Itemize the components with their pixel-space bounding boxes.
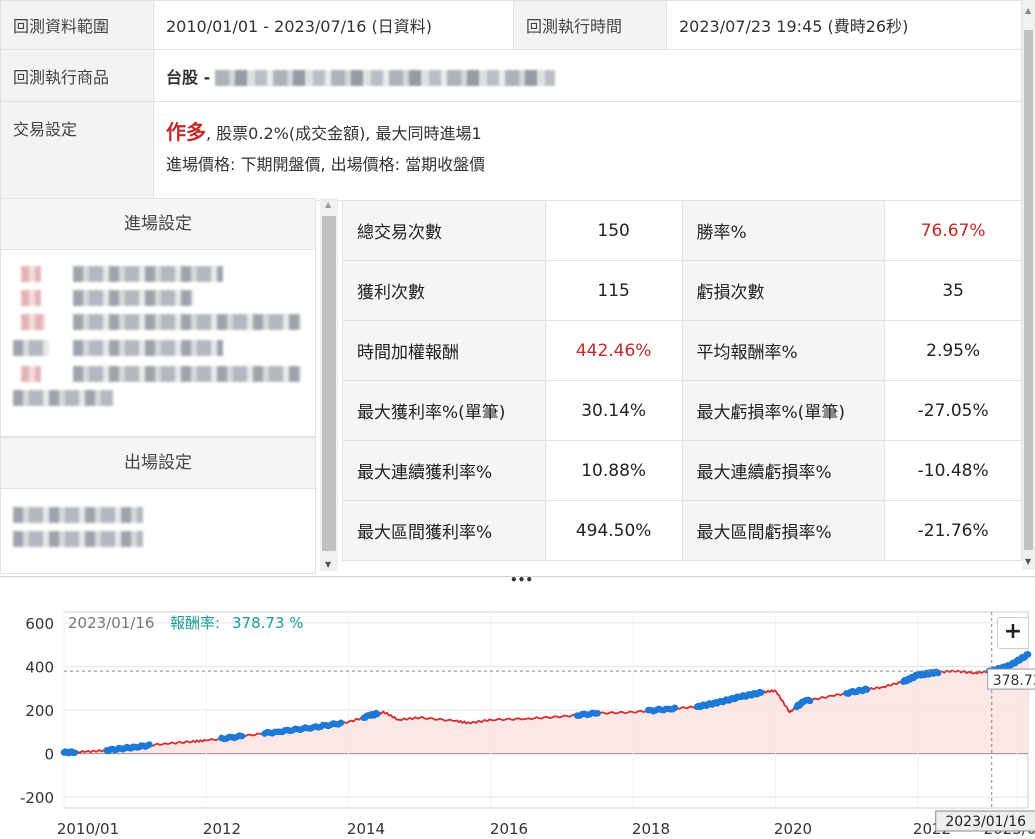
stat-value: -21.76% <box>884 500 1022 561</box>
page-scrollbar-thumb[interactable] <box>1024 30 1033 550</box>
stat-label: 總交易次數 <box>342 200 546 261</box>
trade-marker <box>594 709 601 717</box>
exec-time-label: 回測執行時間 <box>513 0 667 50</box>
range-label: 回測資料範圍 <box>0 0 154 50</box>
stat-value: 30.14% <box>544 380 683 441</box>
x-tick-label: 2010/01 <box>57 820 119 838</box>
zoom-in-button[interactable]: + <box>997 617 1029 649</box>
trade-marker <box>806 697 814 705</box>
stats-row: 時間加權報酬 442.46% 平均報酬率% 2.95% <box>342 320 1022 381</box>
stat-label: 勝率% <box>681 200 886 261</box>
stat-label: 最大獲利率%(單筆) <box>342 380 546 441</box>
trade-marker <box>757 689 765 696</box>
stat-label: 時間加權報酬 <box>342 320 546 381</box>
stat-value: -27.05% <box>884 380 1022 441</box>
trade-marker <box>671 704 679 712</box>
product-prefix: 台股 - <box>166 67 211 87</box>
trade-marker <box>146 741 153 748</box>
trade-marker <box>863 686 871 693</box>
x-tick-label: 2020 <box>774 820 812 838</box>
stat-label: 最大區間獲利率% <box>342 500 546 561</box>
entry-settings-title: 進場設定 <box>0 198 316 250</box>
x-tick-label: 2018 <box>632 820 670 838</box>
stat-label: 平均報酬率% <box>681 320 886 381</box>
y-tick-label: -200 <box>20 789 54 807</box>
stat-value: 2.95% <box>884 320 1022 381</box>
stat-value: 115 <box>544 260 683 321</box>
trade-marker <box>337 719 345 727</box>
settings-scrollbar[interactable]: ▲ ▼ <box>320 198 338 571</box>
exit-settings-title: 出場設定 <box>0 437 316 489</box>
chart-header-date: 2023/01/16 <box>68 614 154 632</box>
page-scrollbar[interactable]: ▲ ▼ <box>1022 0 1035 570</box>
scroll-up-icon[interactable]: ▲ <box>1025 6 1031 15</box>
backtest-info-table: 回測資料範圍 2010/01/01 - 2023/07/16 (日資料) 回測執… <box>0 0 1022 201</box>
trade-marker <box>238 732 246 740</box>
splitter-grip-icon[interactable]: ••• <box>510 573 533 587</box>
stat-value: 35 <box>884 260 1022 321</box>
entry-settings-content <box>0 250 316 437</box>
stat-value: 150 <box>544 200 683 261</box>
range-value: 2010/01/01 - 2023/07/16 (日資料) <box>153 0 514 50</box>
settings-scrollbar-thumb[interactable] <box>322 216 336 551</box>
product-label: 回測執行商品 <box>0 49 154 102</box>
y-tick-label: 400 <box>25 658 54 676</box>
trade-marker <box>1024 651 1032 658</box>
trade-marker <box>71 749 78 756</box>
y-tick-label: 600 <box>25 615 54 633</box>
product-redacted <box>215 70 556 86</box>
scroll-down-icon[interactable]: ▼ <box>1025 557 1031 566</box>
trade-marker <box>373 710 381 718</box>
chart-header-value: 378.73 % <box>232 614 304 632</box>
stats-row: 最大連續獲利率% 10.88% 最大連續虧損率% -10.48% <box>342 440 1022 501</box>
settings-panel: 進場設定 出場設定 <box>0 198 316 574</box>
stat-label: 虧損次數 <box>681 260 886 321</box>
settings-scroll-down-icon[interactable]: ▼ <box>325 560 331 569</box>
y-tick-label: 0 <box>44 746 54 764</box>
stat-label: 最大虧損率%(單筆) <box>681 380 886 441</box>
product-value: 台股 - <box>153 49 1022 102</box>
stats-table: 總交易次數 150 勝率% 76.67% 獲利次數 115 虧損次數 35 時間加權報酬 442.… <box>342 200 1022 561</box>
stat-value: 76.67% <box>884 200 1022 261</box>
cursor-value-label: 378.73 <box>993 673 1035 689</box>
stat-label: 最大連續虧損率% <box>681 440 886 501</box>
exec-time-value: 2023/07/23 19:45 (費時26秒) <box>666 0 1022 50</box>
settings-scroll-up-icon[interactable]: ▲ <box>325 200 331 209</box>
stats-row: 最大區間獲利率% 494.50% 最大區間虧損率% -21.76% <box>342 500 1022 561</box>
x-tick-label: 2014 <box>347 820 385 838</box>
x-tick-label: 2016 <box>490 820 528 838</box>
stats-row: 總交易次數 150 勝率% 76.67% <box>342 200 1022 261</box>
stat-value: 10.88% <box>544 440 683 501</box>
stats-row: 獲利次數 115 虧損次數 35 <box>342 260 1022 321</box>
trade-label: 交易設定 <box>0 101 154 201</box>
trade-direction: 作多 <box>166 120 206 144</box>
trade-line1: , 股票0.2%(成交金額), 最大同時進場1 <box>206 124 482 143</box>
stat-label: 最大區間虧損率% <box>681 500 886 561</box>
stat-value: -10.48% <box>884 440 1022 501</box>
exit-settings-content <box>0 489 316 574</box>
stat-value: 442.46% <box>544 320 683 381</box>
x-tick-label: 2012 <box>203 820 241 838</box>
trade-settings: 作多, 股票0.2%(成交金額), 最大同時進場1 進場價格: 下期開盤價, 出… <box>153 101 1022 201</box>
stat-value: 494.50% <box>544 500 683 561</box>
y-tick-label: 200 <box>25 702 54 720</box>
chart-header-label: 報酬率: <box>170 614 220 632</box>
stat-label: 獲利次數 <box>342 260 546 321</box>
stat-label: 最大連續獲利率% <box>342 440 546 501</box>
stats-row: 最大獲利率%(單筆) 30.14% 最大虧損率%(單筆) -27.05% <box>342 380 1022 441</box>
panel-splitter[interactable]: ••• <box>0 573 1035 587</box>
cursor-date-label: 2023/01/16 <box>945 814 1026 830</box>
return-chart[interactable]: 600 400 200 0 -2002010/01 2012 2014 2016 2018 202… <box>0 600 1035 839</box>
trade-line2: 進場價格: 下期開盤價, 出場價格: 當期收盤價 <box>166 155 486 174</box>
